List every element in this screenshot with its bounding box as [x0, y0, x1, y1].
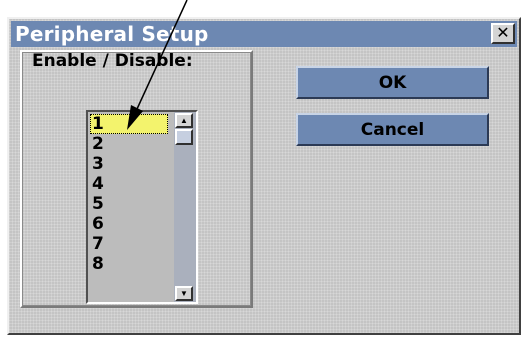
list-item[interactable]: 7: [90, 234, 168, 254]
scroll-up-button[interactable]: ▲: [175, 113, 193, 128]
title-bar: Peripheral Setup ✕: [11, 21, 517, 47]
peripheral-listbox[interactable]: 1 2 3 4 5 6 7 8 ▲ ▼: [86, 110, 198, 304]
list-item[interactable]: 1: [90, 114, 168, 134]
ok-button[interactable]: OK: [296, 66, 489, 99]
list-item[interactable]: 8: [90, 254, 168, 274]
list-item[interactable]: 4: [90, 174, 168, 194]
group-label: Enable / Disable:: [32, 51, 193, 71]
close-button[interactable]: ✕: [491, 23, 515, 44]
window-title: Peripheral Setup: [15, 22, 209, 46]
scrollbar-thumb[interactable]: [175, 129, 193, 145]
close-icon: ✕: [496, 24, 510, 42]
list-item[interactable]: 2: [90, 134, 168, 154]
list-item[interactable]: 5: [90, 194, 168, 214]
cancel-button[interactable]: Cancel: [296, 113, 489, 146]
scroll-down-button[interactable]: ▼: [175, 286, 193, 301]
arrow-down-icon: ▼: [180, 288, 188, 298]
list-item[interactable]: 6: [90, 214, 168, 234]
list-item[interactable]: 3: [90, 154, 168, 174]
list-items: 1 2 3 4 5 6 7 8: [90, 114, 168, 274]
vertical-scrollbar[interactable]: ▲ ▼: [174, 112, 196, 302]
arrow-up-icon: ▲: [180, 115, 188, 125]
